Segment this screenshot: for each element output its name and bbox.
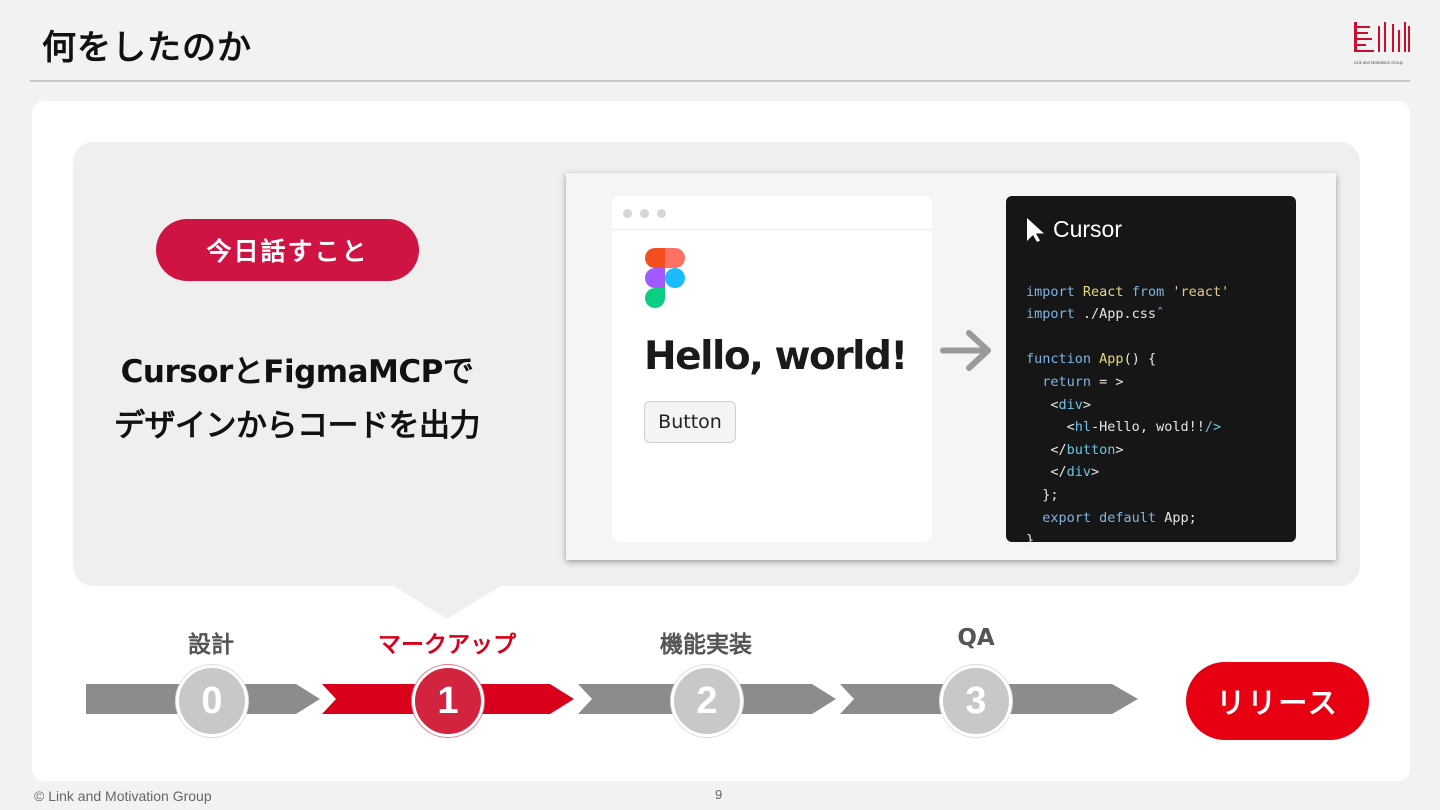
browser-toolbar bbox=[612, 196, 932, 230]
footer-copyright: © Link and Motivation Group bbox=[34, 788, 212, 804]
svg-text:Link and Motivation Group: Link and Motivation Group bbox=[1354, 60, 1404, 65]
company-logo-icon: Link and Motivation Group bbox=[1354, 22, 1410, 65]
code-line: <div> bbox=[1026, 396, 1092, 413]
headline-line-1: CursorとFigmaMCPで bbox=[120, 354, 474, 390]
slide-title: 何をしたのか bbox=[42, 28, 252, 68]
stage-label-markup: マークアップ bbox=[378, 632, 516, 658]
code-line: </button> bbox=[1026, 441, 1124, 458]
code-line: </div> bbox=[1026, 464, 1100, 481]
code-line: <hl-Hello, wold!!/> bbox=[1026, 419, 1222, 436]
callout-pointer bbox=[392, 585, 502, 619]
code-line: export default App; bbox=[1042, 509, 1197, 526]
code-line: }; bbox=[1026, 486, 1059, 503]
stage-step-0: 0 bbox=[176, 665, 248, 737]
cursor-pointer-icon bbox=[1027, 217, 1044, 242]
stage-step-3: 3 bbox=[940, 665, 1012, 737]
stage-label-design: 設計 bbox=[188, 632, 234, 658]
release-badge: リリース bbox=[1186, 662, 1369, 740]
page-number: 9 bbox=[715, 787, 723, 802]
title-divider bbox=[30, 80, 1410, 82]
mockup-button: Button bbox=[644, 401, 736, 443]
design-to-code-illustration: Hello, world! Button Cursor import React… bbox=[566, 173, 1336, 560]
code-line: function App() { bbox=[1026, 351, 1157, 368]
stage-step-2: 2 bbox=[671, 665, 743, 737]
code-line: } bbox=[1026, 532, 1035, 549]
arrow-right-icon bbox=[940, 330, 991, 371]
topic-pill: 今日話すこと bbox=[156, 219, 419, 281]
figma-logo-icon bbox=[645, 248, 685, 308]
browser-mockup: Hello, world! Button bbox=[612, 196, 932, 542]
hello-world-heading: Hello, world! bbox=[644, 334, 908, 379]
window-dot-icon bbox=[640, 209, 649, 218]
headline-line-2: デザインからコードを出力 bbox=[114, 408, 481, 444]
code-line: import ./App.cssˆ bbox=[1026, 306, 1165, 323]
code-block: import React from 'react' import ./App.cs… bbox=[1026, 258, 1229, 597]
topic-headline: CursorとFigmaMCPで デザインからコードを出力 bbox=[82, 345, 512, 453]
code-line: import React from 'react' bbox=[1026, 283, 1230, 300]
window-dot-icon bbox=[623, 209, 632, 218]
stage-label-implementation: 機能実装 bbox=[660, 632, 752, 658]
cursor-brand: Cursor bbox=[1026, 216, 1122, 243]
window-dot-icon bbox=[657, 209, 666, 218]
cursor-brand-name: Cursor bbox=[1053, 216, 1123, 242]
code-line: return = > bbox=[1042, 373, 1124, 390]
code-editor-mockup: Cursor import React from 'react' import .… bbox=[1006, 196, 1296, 548]
stage-step-1: 1 bbox=[412, 665, 484, 737]
stage-label-qa: QA bbox=[957, 625, 995, 651]
